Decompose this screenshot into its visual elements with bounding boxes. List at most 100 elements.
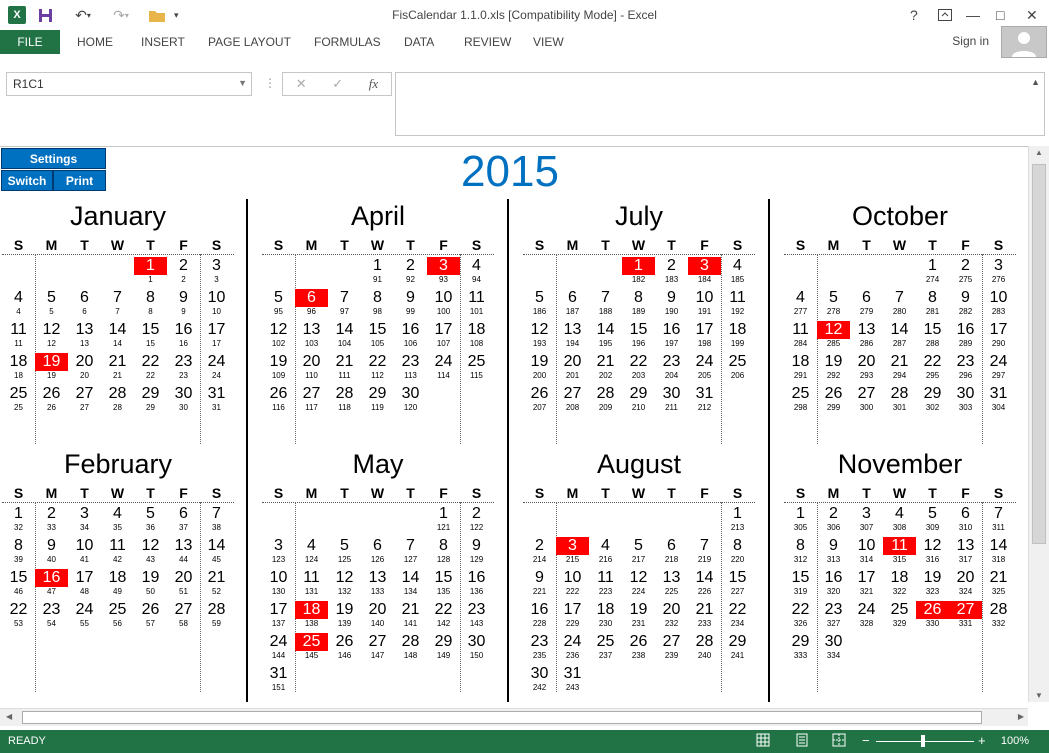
day-cell[interactable]: 24 205 [688,353,721,385]
day-cell[interactable]: 31 243 [556,665,589,697]
day-cell[interactable]: 17 17 [200,321,233,353]
day-cell[interactable]: 2 183 [655,257,688,289]
day-cell[interactable]: 22 234 [721,601,754,633]
day-cell[interactable]: 33 [200,257,233,289]
day-cell[interactable]: 12 285 [817,321,850,353]
day-cell[interactable]: 28 59 [200,601,233,633]
day-cell[interactable]: 10 191 [688,289,721,321]
day-cell[interactable]: 30 334 [817,633,850,665]
chevron-down-icon[interactable]: ▼ [238,78,247,88]
day-cell[interactable]: 12 43 [134,537,167,569]
day-cell[interactable]: 13 225 [655,569,688,601]
day-cell[interactable]: 10 100 [427,289,460,321]
avatar[interactable] [1001,26,1047,58]
day-cell[interactable]: 7 127 [394,537,427,569]
day-cell[interactable]: 6 96 [295,289,328,321]
day-cell[interactable]: 21 325 [982,569,1015,601]
day-cell[interactable]: 19 231 [622,601,655,633]
day-cell[interactable]: 29 119 [361,385,394,417]
day-cell[interactable]: 5 217 [622,537,655,569]
day-cell[interactable]: 3 34 [68,505,101,537]
day-cell[interactable]: 3 123 [262,537,295,569]
day-cell[interactable]: 14 104 [328,321,361,353]
day-cell[interactable]: 10 10 [200,289,233,321]
day-cell[interactable]: 15 196 [622,321,655,353]
day-cell[interactable]: 16 289 [949,321,982,353]
tab-data[interactable]: DATA [404,35,434,49]
day-cell[interactable]: 4 185 [721,257,754,289]
day-cell[interactable]: 25 237 [589,633,622,665]
day-cell[interactable]: 22 [167,257,200,289]
day-cell[interactable]: 15 288 [916,321,949,353]
day-cell[interactable]: 1 91 [361,257,394,289]
day-cell[interactable]: 22 142 [427,601,460,633]
day-cell[interactable]: 2 92 [394,257,427,289]
day-cell[interactable]: 31 31 [200,385,233,417]
day-cell[interactable]: 2 122 [460,505,493,537]
day-cell[interactable]: 30 150 [460,633,493,665]
day-cell[interactable]: 30 211 [655,385,688,417]
day-cell[interactable]: 9 99 [394,289,427,321]
day-cell[interactable]: 23 235 [523,633,556,665]
day-cell[interactable]: 18 138 [295,601,328,633]
day-cell[interactable]: 14 318 [982,537,1015,569]
day-cell[interactable]: 20 51 [167,569,200,601]
day-cell[interactable]: 4 308 [883,505,916,537]
day-cell[interactable]: 24 328 [850,601,883,633]
day-cell[interactable]: 15 105 [361,321,394,353]
day-cell[interactable]: 3 184 [688,257,721,289]
day-cell[interactable]: 20 140 [361,601,394,633]
day-cell[interactable]: 19 50 [134,569,167,601]
day-cell[interactable]: 7 38 [200,505,233,537]
day-cell[interactable]: 27 239 [655,633,688,665]
day-cell[interactable]: 26 26 [35,385,68,417]
day-cell[interactable]: 8 281 [916,289,949,321]
day-cell[interactable]: 8 312 [784,537,817,569]
day-cell[interactable]: 25 145 [295,633,328,665]
day-cell[interactable]: 18 49 [101,569,134,601]
help-icon[interactable]: ? [910,6,918,24]
zoom-level[interactable]: 100% [1001,735,1029,747]
day-cell[interactable]: 6 218 [655,537,688,569]
day-cell[interactable]: 26 146 [328,633,361,665]
day-cell[interactable]: 14 195 [589,321,622,353]
day-cell[interactable]: 30 30 [167,385,200,417]
scroll-up-icon[interactable]: ▲ [1035,148,1043,157]
day-cell[interactable]: 8 220 [721,537,754,569]
day-cell[interactable]: 20 232 [655,601,688,633]
day-cell[interactable]: 31 304 [982,385,1015,417]
day-cell[interactable]: 9 282 [949,289,982,321]
day-cell[interactable]: 27 147 [361,633,394,665]
day-cell[interactable]: 5 36 [134,505,167,537]
day-cell[interactable]: 23 296 [949,353,982,385]
day-cell[interactable]: 18 199 [721,321,754,353]
day-cell[interactable]: 26 116 [262,385,295,417]
print-button[interactable]: Print [53,170,106,191]
day-cell[interactable]: 19 19 [35,353,68,385]
zoom-slider-thumb[interactable] [921,735,925,747]
formula-bar-input[interactable]: ▲ [395,72,1045,136]
day-cell[interactable]: 15 135 [427,569,460,601]
day-cell[interactable]: 12 132 [328,569,361,601]
day-cell[interactable]: 20 293 [850,353,883,385]
day-cell[interactable]: 1 182 [622,257,655,289]
scroll-left-icon[interactable]: ◀ [6,712,12,721]
day-cell[interactable]: 19 200 [523,353,556,385]
normal-view-icon[interactable] [756,733,770,750]
day-cell[interactable]: 13 13 [68,321,101,353]
day-cell[interactable]: 6 310 [949,505,982,537]
day-cell[interactable]: 26 299 [817,385,850,417]
day-cell[interactable]: 25 329 [883,601,916,633]
day-cell[interactable]: 44 [2,289,35,321]
scroll-down-icon[interactable]: ▼ [1035,691,1043,700]
day-cell[interactable]: 11 11 [2,321,35,353]
cancel-entry-icon[interactable]: ✕ [296,76,307,92]
day-cell[interactable]: 2 214 [523,537,556,569]
day-cell[interactable]: 1 305 [784,505,817,537]
day-cell[interactable]: 13 44 [167,537,200,569]
day-cell[interactable]: 55 [35,289,68,321]
day-cell[interactable]: 8 39 [2,537,35,569]
day-cell[interactable]: 25 25 [2,385,35,417]
day-cell[interactable]: 15 15 [134,321,167,353]
day-cell[interactable]: 17 229 [556,601,589,633]
